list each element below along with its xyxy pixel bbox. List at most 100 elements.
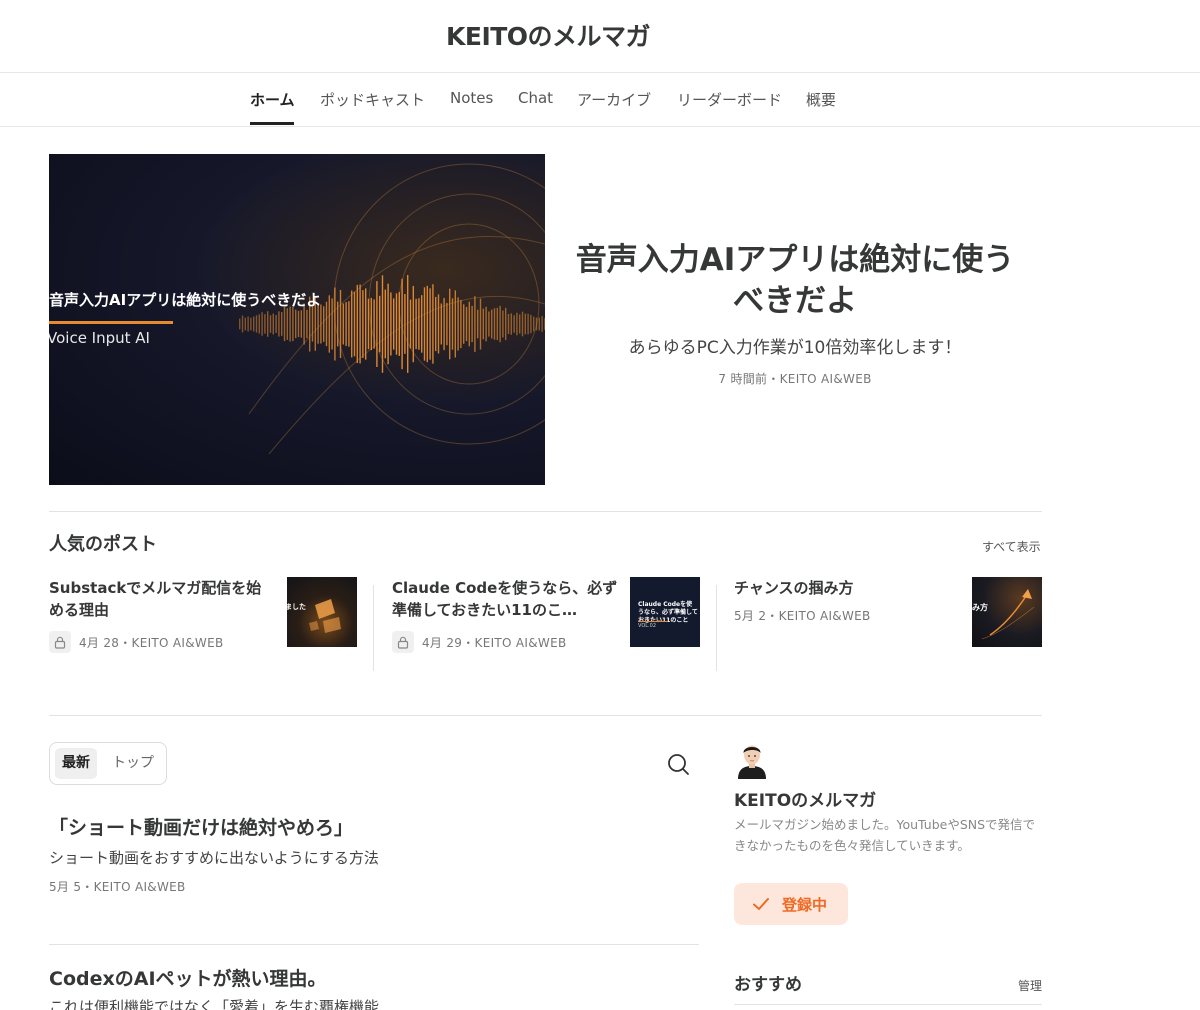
wave-bar (538, 317, 540, 331)
feed-tab-switcher: 最新 トップ (49, 742, 167, 785)
wave-bar (488, 311, 490, 337)
wave-bar (432, 284, 434, 364)
wave-bar (533, 316, 535, 332)
see-all-link[interactable]: すべて表示 (982, 538, 1041, 555)
wave-bar (306, 309, 308, 339)
tab-chat[interactable]: Chat (518, 89, 553, 107)
card-separator (716, 585, 717, 671)
wave-bar (468, 301, 470, 347)
wave-bar (437, 294, 440, 354)
wave-bar (370, 297, 372, 351)
hero-post-subtitle: あらゆるPC入力作業が10倍効率化します！ (628, 338, 962, 358)
search-icon[interactable] (664, 750, 692, 778)
popular-post-thumbnail[interactable]: Claude Codeを使うなら、必ず準備しておきたい11のこと VOL.02 (630, 577, 700, 647)
publication-name[interactable]: KEITOのメルマガ (734, 786, 876, 811)
lock-icon (49, 631, 71, 653)
tab-top[interactable]: トップ (105, 748, 161, 779)
active-tab-indicator (250, 122, 294, 125)
wave-bar (311, 306, 314, 342)
wave-bar (348, 301, 350, 347)
popular-post-card[interactable]: チャンスの掴み方 5月 2・KEITO AI&WEB み方 (734, 577, 1042, 672)
wave-bar (289, 306, 291, 342)
thumbnail-text: み方 (972, 603, 988, 612)
wave-bar (521, 311, 524, 337)
hero-post-title[interactable]: 音声入力AIアプリは絶対に使うべきだよ (570, 240, 1020, 322)
site-title[interactable]: KEITOのメルマガ (446, 17, 651, 53)
tab-home[interactable]: ホーム (250, 89, 295, 110)
popular-post-card[interactable]: Substackでメルマガ配信を始める理由 4月 28・KEITO AI&WEB… (49, 577, 357, 672)
wave-bar (281, 312, 283, 336)
divider (49, 944, 699, 945)
main-nav: ホーム ポッドキャスト Notes Chat アーカイブ リーダーボード 概要 (0, 73, 1200, 127)
wave-bar (278, 311, 280, 337)
wave-bar (493, 308, 496, 340)
popular-post-title[interactable]: Substackでメルマガ配信を始める理由 (49, 577, 275, 621)
wave-bar (412, 285, 414, 363)
wave-bar (381, 275, 384, 373)
avatar[interactable] (734, 741, 770, 779)
thumbnail-tag: VOL.02 (638, 623, 657, 629)
tab-archive[interactable]: アーカイブ (577, 89, 651, 110)
wave-bar (283, 306, 286, 342)
wave-bar (418, 298, 420, 350)
wave-bar (250, 317, 252, 331)
wave-bar (275, 315, 277, 333)
hero-image-subtitle: Voice Input AI (49, 329, 150, 347)
check-icon (753, 898, 769, 910)
wave-bar (328, 295, 330, 353)
hero-image[interactable]: 音声入力AIアプリは絶対に使うべきだよ Voice Input AI (49, 154, 545, 485)
wave-bar (535, 317, 538, 331)
wave-bar (373, 299, 375, 349)
popular-post-card[interactable]: Claude Codeを使うなら、必ず準備しておきたい11のこ… 4月 29・K… (392, 577, 700, 672)
subscribed-button[interactable]: 登録中 (734, 883, 848, 925)
wave-bar (384, 289, 386, 359)
hero-image-accent-line (49, 321, 173, 324)
wave-bar (334, 287, 336, 361)
tab-notes[interactable]: Notes (450, 89, 493, 107)
wave-bar (339, 289, 342, 358)
divider (49, 715, 1042, 716)
tab-podcast[interactable]: ポッドキャスト (320, 89, 425, 110)
wave-bar (247, 316, 249, 332)
wave-bar (544, 318, 545, 330)
wave-bar (292, 306, 294, 342)
wave-bar (465, 306, 468, 342)
wave-bar (460, 299, 462, 349)
wave-bar (395, 293, 398, 355)
subscribed-label: 登録中 (782, 896, 828, 914)
popular-post-title[interactable]: Claude Codeを使うなら、必ず準備しておきたい11のこ… (392, 577, 618, 621)
wave-bar (353, 291, 356, 357)
wave-bar (362, 290, 364, 358)
post-title[interactable]: CodexのAIペットが熱い理由。 (49, 964, 327, 991)
tab-latest[interactable]: 最新 (55, 748, 97, 779)
wave-bar (485, 306, 487, 342)
popular-post-meta: 4月 29・KEITO AI&WEB (392, 631, 566, 653)
wave-bar (323, 306, 325, 342)
wave-bar (317, 304, 319, 344)
tab-about[interactable]: 概要 (806, 89, 836, 110)
wave-bar (390, 292, 392, 356)
wave-bar (426, 285, 428, 363)
tab-leaderboard[interactable]: リーダーボード (677, 89, 782, 110)
wave-bar (393, 298, 395, 350)
wave-bar (295, 309, 297, 339)
post-title[interactable]: 「ショート動画だけは絶対やめろ」 (49, 813, 353, 840)
wave-bar (516, 312, 518, 336)
wave-bar (401, 278, 403, 370)
popular-post-meta: 5月 2・KEITO AI&WEB (734, 607, 871, 624)
wave-bar (351, 290, 353, 358)
manage-link[interactable]: 管理 (1018, 977, 1042, 994)
popular-post-title[interactable]: チャンスの掴み方 (734, 577, 960, 599)
wave-bar (443, 297, 445, 351)
wave-bar (440, 303, 442, 345)
popular-post-thumbnail[interactable]: ました (287, 577, 357, 647)
wave-bar (507, 314, 510, 334)
wave-bar (300, 310, 302, 338)
wave-bar (510, 313, 512, 335)
wave-bar (449, 288, 451, 360)
popular-post-thumbnail[interactable]: み方 (972, 577, 1042, 647)
wave-bar (376, 281, 378, 367)
wave-bar (253, 316, 255, 332)
recommendations-heading: おすすめ (734, 975, 802, 995)
wave-bar (337, 301, 339, 347)
